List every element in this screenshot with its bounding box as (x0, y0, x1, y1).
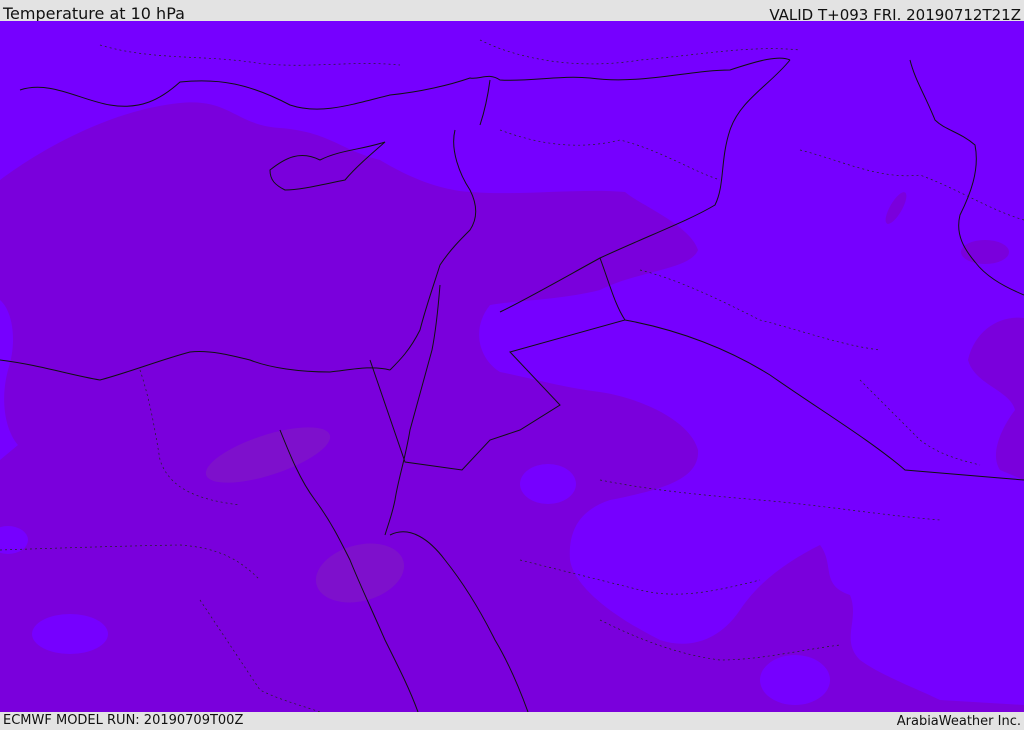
header-bar: Temperature at 10 hPa VALID T+093 FRI. 2… (0, 0, 1024, 24)
cool-pocket-sinai (520, 464, 576, 504)
warm-pocket-iran-2 (961, 240, 1009, 264)
temperature-map (0, 21, 1024, 712)
weather-map-frame: Temperature at 10 hPa VALID T+093 FRI. 2… (0, 0, 1024, 729)
cool-pocket-egypt (32, 614, 108, 654)
cool-pocket-south (760, 655, 830, 705)
footer-bar: ECMWF MODEL RUN: 20190709T00Z ArabiaWeat… (0, 712, 1024, 729)
model-run-label: ECMWF MODEL RUN: 20190709T00Z (3, 713, 244, 728)
credit-label: ArabiaWeather Inc. (896, 714, 1021, 729)
